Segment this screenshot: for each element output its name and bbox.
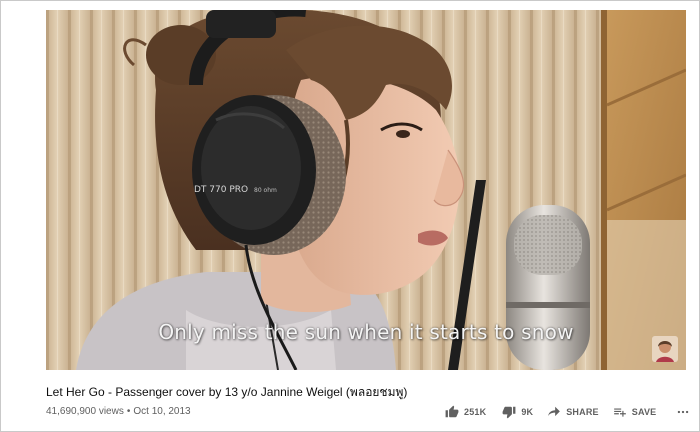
headphone-brand-text: DT 770 PRO xyxy=(194,185,248,195)
more-horizontal-icon xyxy=(678,410,689,414)
channel-avatar-icon xyxy=(652,336,678,362)
publish-date: Oct 10, 2013 xyxy=(133,406,191,417)
video-actions: 251K 9K SHARE SAVE xyxy=(445,402,690,422)
meta-separator: • xyxy=(126,406,131,417)
dislike-button[interactable]: 9K xyxy=(502,405,533,419)
view-count: 41,690,900 views xyxy=(46,406,124,417)
video-caption: Only miss the sun when it starts to snow xyxy=(158,320,574,344)
save-button[interactable]: SAVE xyxy=(613,405,657,419)
video-frame: DT 770 PRO 80 ohm xyxy=(46,10,686,370)
channel-watermark[interactable] xyxy=(652,336,678,362)
headphone-model-text: 80 ohm xyxy=(254,187,277,194)
video-player[interactable]: DT 770 PRO 80 ohm Only miss the sun when… xyxy=(46,10,686,370)
like-count: 251K xyxy=(464,407,487,417)
thumb-down-icon xyxy=(502,406,516,419)
video-meta: 41,690,900 views • Oct 10, 2013 xyxy=(46,406,191,417)
thumb-up-icon xyxy=(445,405,459,418)
more-actions-button[interactable] xyxy=(676,405,690,419)
share-button[interactable]: SHARE xyxy=(547,405,599,419)
like-button[interactable]: 251K xyxy=(445,405,486,419)
save-label: SAVE xyxy=(631,407,657,417)
video-title: Let Her Go - Passenger cover by 13 y/o J… xyxy=(46,385,408,399)
share-label: SHARE xyxy=(566,407,599,417)
dislike-count: 9K xyxy=(521,407,534,417)
playlist-add-icon xyxy=(613,408,626,417)
share-arrow-icon xyxy=(548,406,561,417)
